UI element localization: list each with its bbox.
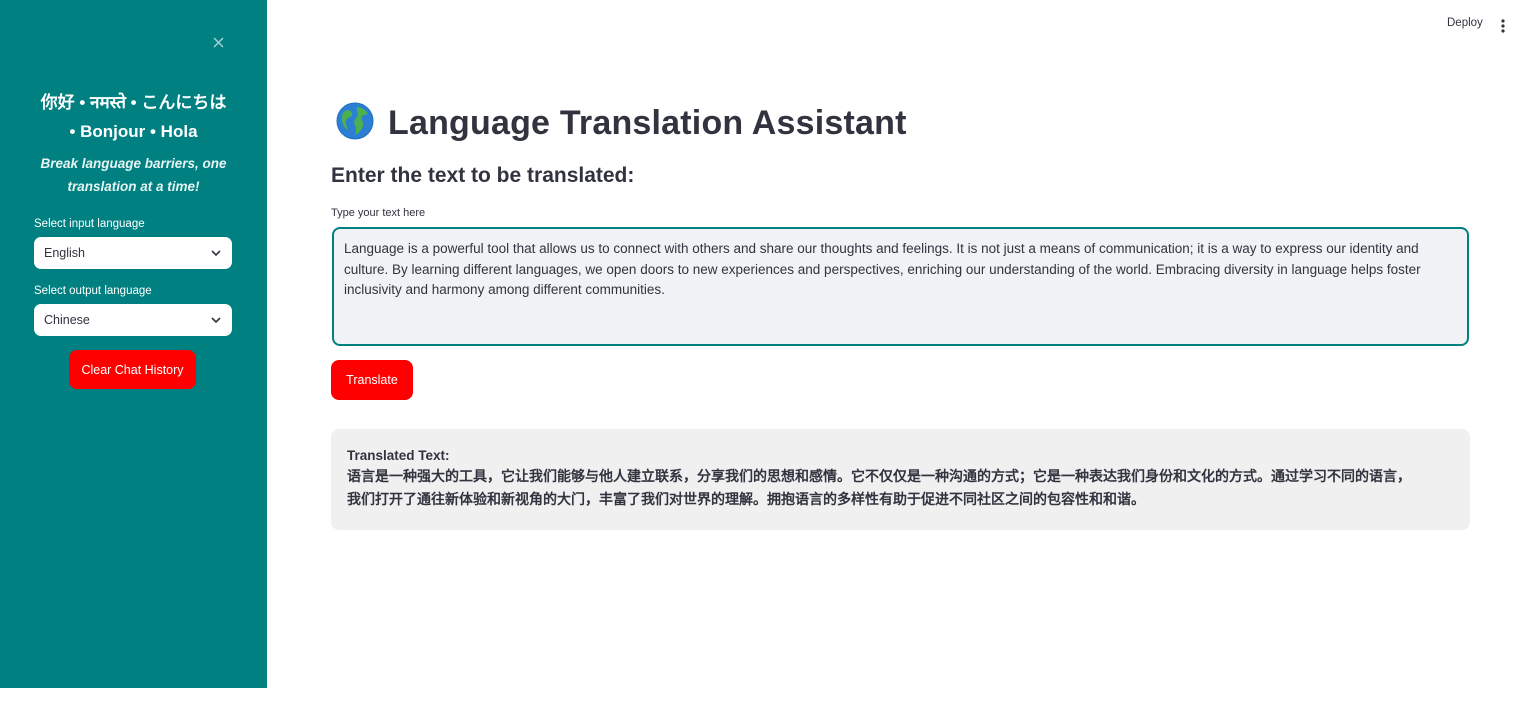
deploy-button[interactable]: Deploy (1441, 17, 1489, 35)
result-label: Translated Text: (347, 448, 450, 463)
input-language-label: Select input language (34, 218, 145, 230)
globe-icon (336, 102, 374, 145)
sidebar: 你好 • नमस्ते • こんにちは • Bonjour • Hola Bre… (0, 0, 267, 688)
greeting-heading: 你好 • नमस्ते • こんにちは • Bonjour • Hola (20, 88, 247, 146)
result-text: 语言是一种强大的工具，它让我们能够与他人建立联系，分享我们的思想和感情。它不仅仅… (347, 466, 1454, 512)
output-language-value: Chinese (44, 313, 90, 327)
input-language-value: English (44, 246, 85, 260)
clear-chat-history-button[interactable]: Clear Chat History (69, 350, 196, 389)
app: 你好 • नमस्ते • こんにちは • Bonjour • Hola Bre… (0, 0, 1533, 720)
chevron-down-icon (210, 247, 222, 259)
greeting-line-1: 你好 • नमस्ते • こんにちは (40, 93, 227, 112)
close-icon[interactable] (209, 33, 227, 51)
vertical-ellipsis-icon[interactable] (1496, 17, 1510, 35)
page-title-row: Language Translation Assistant (336, 102, 907, 144)
output-language-select[interactable]: Chinese (34, 304, 232, 336)
section-heading: Enter the text to be translated: (331, 164, 635, 187)
chevron-down-icon (210, 314, 222, 326)
result-text-line-2: 我们打开了通往新体验和新视角的大门，丰富了我们对世界的理解。拥抱语言的多样性有助… (347, 492, 1145, 508)
translation-result-box: Translated Text: 语言是一种强大的工具，它让我们能够与他人建立联… (331, 429, 1470, 530)
text-input-label: Type your text here (331, 207, 426, 219)
tagline: Break language barriers, one translation… (40, 156, 227, 194)
input-language-select[interactable]: English (34, 237, 232, 269)
text-input-area[interactable]: Language is a powerful tool that allows … (332, 227, 1469, 346)
result-text-line-1: 语言是一种强大的工具，它让我们能够与他人建立联系，分享我们的思想和感情。它不仅仅… (347, 469, 1411, 485)
output-language-label: Select output language (34, 285, 152, 297)
translate-button[interactable]: Translate (331, 360, 413, 400)
greeting-line-2: • Bonjour • Hola (69, 122, 198, 141)
page-title: Language Translation Assistant (388, 103, 907, 142)
